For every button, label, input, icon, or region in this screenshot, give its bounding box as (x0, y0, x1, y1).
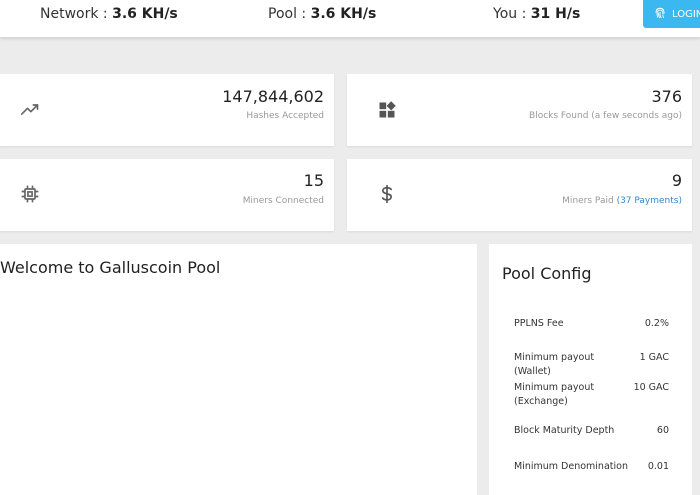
payments-link[interactable]: (37 Payments) (617, 196, 682, 206)
miners-connected-card: 15 Miners Connected (0, 159, 334, 231)
pool-hashrate-value: 3.6 KH/s (310, 6, 377, 22)
your-hashrate: You : 31 H/s (493, 6, 581, 22)
top-stats-bar: Network : 3.6 KH/s Pool : 3.6 KH/s You :… (0, 0, 700, 38)
dollar-icon (377, 184, 397, 204)
hashes-accepted-label: Hashes Accepted (246, 111, 324, 121)
login-label: LOGIN (672, 8, 700, 20)
network-hashrate-value: 3.6 KH/s (112, 6, 178, 22)
login-button[interactable]: LOGIN (643, 0, 700, 28)
miners-paid-label: Miners Paid (37 Payments) (562, 196, 682, 206)
miners-paid-card: 9 Miners Paid (37 Payments) (347, 159, 692, 231)
network-hashrate: Network : 3.6 KH/s (40, 6, 178, 22)
blocks-found-value: 376 (651, 87, 682, 106)
miners-paid-value: 9 (671, 171, 682, 190)
fingerprint-icon (653, 6, 667, 23)
pool-config-title: Pool Config (502, 264, 592, 283)
miners-connected-label: Miners Connected (242, 196, 324, 206)
welcome-title: Welcome to Galluscoin Pool (0, 258, 221, 277)
widgets-icon (377, 100, 397, 120)
trend-icon (20, 100, 40, 120)
blocks-found-label: Blocks Found (a few seconds ago) (529, 111, 682, 121)
pool-hashrate: Pool : 3.6 KH/s (268, 6, 377, 22)
last-block-time: (a few seconds ago) (591, 111, 682, 121)
hashes-accepted-card: 147,844,602 Hashes Accepted (0, 74, 334, 146)
chip-icon (20, 184, 40, 204)
pool-config-panel: Pool Config PPLNS Fee 0.2% Minimum payou… (489, 244, 692, 495)
your-hashrate-value: 31 H/s (530, 6, 581, 22)
blocks-found-card: 376 Blocks Found (a few seconds ago) (347, 74, 692, 146)
miners-connected-value: 15 (303, 171, 324, 190)
welcome-panel: Welcome to Galluscoin Pool (0, 244, 477, 495)
hashes-accepted-value: 147,844,602 (222, 87, 324, 106)
